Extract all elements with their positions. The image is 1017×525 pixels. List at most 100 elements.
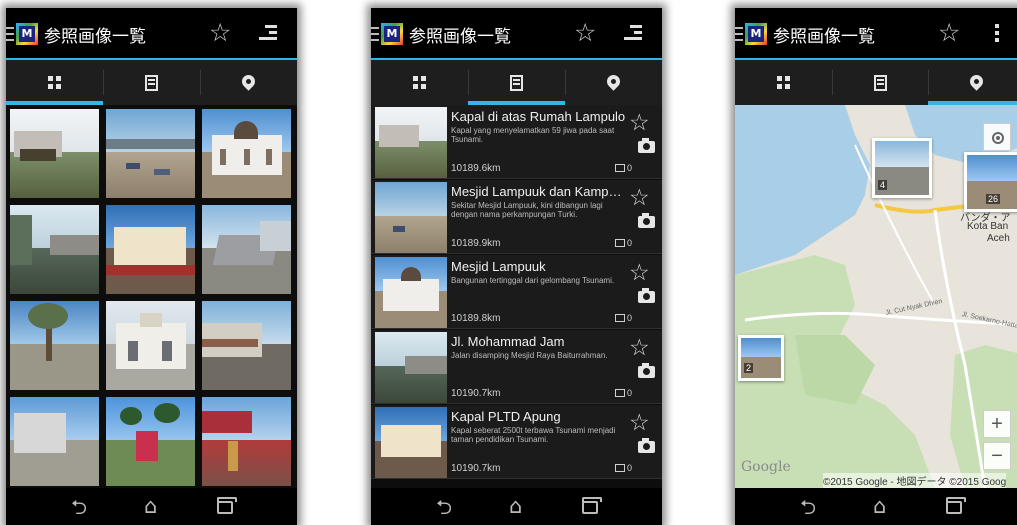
logo-letter: M <box>19 26 35 42</box>
photo-thumbnail[interactable] <box>10 301 99 390</box>
map-photo-marker[interactable]: 4 <box>872 138 932 198</box>
photo-thumbnail[interactable] <box>202 205 291 294</box>
page-title: 参照画像一覧 <box>409 27 511 47</box>
zoom-in-button[interactable]: + <box>983 410 1011 438</box>
view-tabs <box>371 60 662 105</box>
grid-view-icon <box>48 76 61 89</box>
system-nav-bar: ⮌ ⌂ <box>735 488 1017 525</box>
favorite-star-icon[interactable]: ☆ <box>938 19 960 47</box>
tab-grid[interactable] <box>6 60 103 105</box>
list-view-icon <box>873 74 887 91</box>
recent-apps-icon[interactable] <box>217 497 237 514</box>
favorite-star-icon[interactable]: ☆ <box>629 411 650 435</box>
photo-thumbnail[interactable] <box>202 301 291 390</box>
favorite-star-icon[interactable]: ☆ <box>629 261 650 285</box>
tab-grid[interactable] <box>735 60 832 105</box>
filter-icon[interactable] <box>624 25 642 41</box>
tab-list[interactable] <box>831 60 929 105</box>
app-logo-icon[interactable]: M <box>381 23 403 45</box>
camera-icon[interactable] <box>638 438 655 453</box>
marker-count: 2 <box>744 363 754 373</box>
marker-count: 4 <box>878 180 888 190</box>
list-item-title: Kapal PLTD Apung <box>451 409 561 424</box>
list-item-description: Bangunan tertinggal dari gelombang Tsuna… <box>451 276 615 285</box>
list-item-photo-count: 0 <box>615 313 632 323</box>
action-bar: M 参照画像一覧 ☆ <box>735 8 1017 58</box>
photo-list: Kapal di atas Rumah Lampulo Kapal yang m… <box>371 105 662 488</box>
map-photo-marker[interactable]: 2 <box>738 335 784 381</box>
map-attribution: ©2015 Google - 地図データ ©2015 Goog <box>823 473 1007 488</box>
list-item[interactable]: Mesjid Lampuuk Bangunan tertinggal dari … <box>371 255 662 329</box>
list-item-thumbnail <box>375 257 447 328</box>
photo-thumbnail[interactable] <box>106 109 195 198</box>
favorite-star-icon[interactable]: ☆ <box>629 336 650 360</box>
tab-list[interactable] <box>103 60 200 105</box>
home-icon[interactable]: ⌂ <box>509 496 522 517</box>
favorite-star-icon[interactable]: ☆ <box>209 19 231 47</box>
camera-icon[interactable] <box>638 288 655 303</box>
recent-apps-icon[interactable] <box>582 497 602 514</box>
map-pin-icon <box>604 71 623 91</box>
list-item-description: Kapal seberat 2500t terbawa Tsunami menj… <box>451 426 616 444</box>
list-item-thumbnail <box>375 182 447 253</box>
drawer-menu-icon[interactable] <box>6 27 14 41</box>
photo-thumbnail[interactable] <box>10 205 99 294</box>
map-pin-icon <box>967 71 986 91</box>
camera-icon[interactable] <box>638 138 655 153</box>
camera-icon[interactable] <box>638 213 655 228</box>
drawer-menu-icon[interactable] <box>735 27 743 41</box>
list-item-title: Jl. Mohammad Jam <box>451 334 565 349</box>
list-item[interactable]: Kapal PLTD Apung Kapal seberat 2500t ter… <box>371 405 662 479</box>
favorite-star-icon[interactable]: ☆ <box>629 111 650 135</box>
home-icon[interactable]: ⌂ <box>873 496 886 517</box>
map-content: Jl. Cut Nyak Dhien Jl. Soekarno-Hatta バン… <box>735 105 1017 488</box>
favorite-star-icon[interactable]: ☆ <box>574 19 596 47</box>
action-bar: M 参照画像一覧 ☆ <box>6 8 297 58</box>
phone-map-view: M 参照画像一覧 ☆ Jl. Cut Nyak Dhien Jl. Soekar… <box>735 8 1017 525</box>
favorite-star-icon[interactable]: ☆ <box>629 186 650 210</box>
overflow-menu-icon[interactable] <box>988 24 1006 42</box>
map-view[interactable]: Jl. Cut Nyak Dhien Jl. Soekarno-Hatta バン… <box>735 105 1017 488</box>
tab-map[interactable] <box>565 60 662 105</box>
photo-thumbnail[interactable] <box>10 397 99 486</box>
camera-icon[interactable] <box>638 363 655 378</box>
photo-thumbnail[interactable] <box>202 109 291 198</box>
recent-apps-icon[interactable] <box>946 497 966 514</box>
list-item-photo-count: 0 <box>615 388 632 398</box>
list-item-description: Jalan disamping Mesjid Raya Baiturrahman… <box>451 351 608 360</box>
phone-grid-view: M 参照画像一覧 ☆ ⮌ ⌂ <box>6 8 297 525</box>
app-logo-icon[interactable]: M <box>745 23 767 45</box>
tab-map[interactable] <box>928 60 1017 105</box>
page-title: 参照画像一覧 <box>44 27 146 47</box>
list-item-description: Sekitar Mesjid Lampuuk, kini dibangun la… <box>451 201 603 219</box>
photo-grid <box>10 109 291 486</box>
back-icon[interactable]: ⮌ <box>71 497 87 517</box>
filter-icon[interactable] <box>259 25 277 41</box>
photo-thumbnail[interactable] <box>106 301 195 390</box>
app-logo-icon[interactable]: M <box>16 23 38 45</box>
list-item[interactable]: Kapal di atas Rumah Lampulo Kapal yang m… <box>371 105 662 179</box>
tab-list[interactable] <box>468 60 565 105</box>
list-view-icon <box>145 74 158 91</box>
home-icon[interactable]: ⌂ <box>144 496 157 517</box>
list-item[interactable]: Mesjid Lampuuk dan Kampong... Sekitar Me… <box>371 180 662 254</box>
list-item[interactable]: Jl. Mohammad Jam Jalan disamping Mesjid … <box>371 330 662 404</box>
photo-thumbnail[interactable] <box>202 397 291 486</box>
google-logo: Google <box>741 459 791 475</box>
zoom-out-button[interactable]: − <box>983 442 1011 470</box>
tab-grid[interactable] <box>371 60 468 105</box>
back-icon[interactable]: ⮌ <box>436 497 452 517</box>
action-bar: M 参照画像一覧 ☆ <box>371 8 662 58</box>
photo-thumbnail[interactable] <box>106 205 195 294</box>
tab-map[interactable] <box>200 60 297 105</box>
my-location-icon[interactable] <box>983 123 1011 151</box>
drawer-menu-icon[interactable] <box>371 27 379 41</box>
view-tabs <box>6 60 297 105</box>
photo-thumbnail[interactable] <box>106 397 195 486</box>
list-item-description: Kapal yang menyelamatkan 59 jiwa pada sa… <box>451 126 615 144</box>
back-icon[interactable]: ⮌ <box>800 497 816 517</box>
photo-thumbnail[interactable] <box>10 109 99 198</box>
map-photo-marker[interactable]: 26 <box>964 152 1017 212</box>
list-item-distance: 10190.7km <box>451 463 501 474</box>
logo-letter: M <box>748 26 764 42</box>
